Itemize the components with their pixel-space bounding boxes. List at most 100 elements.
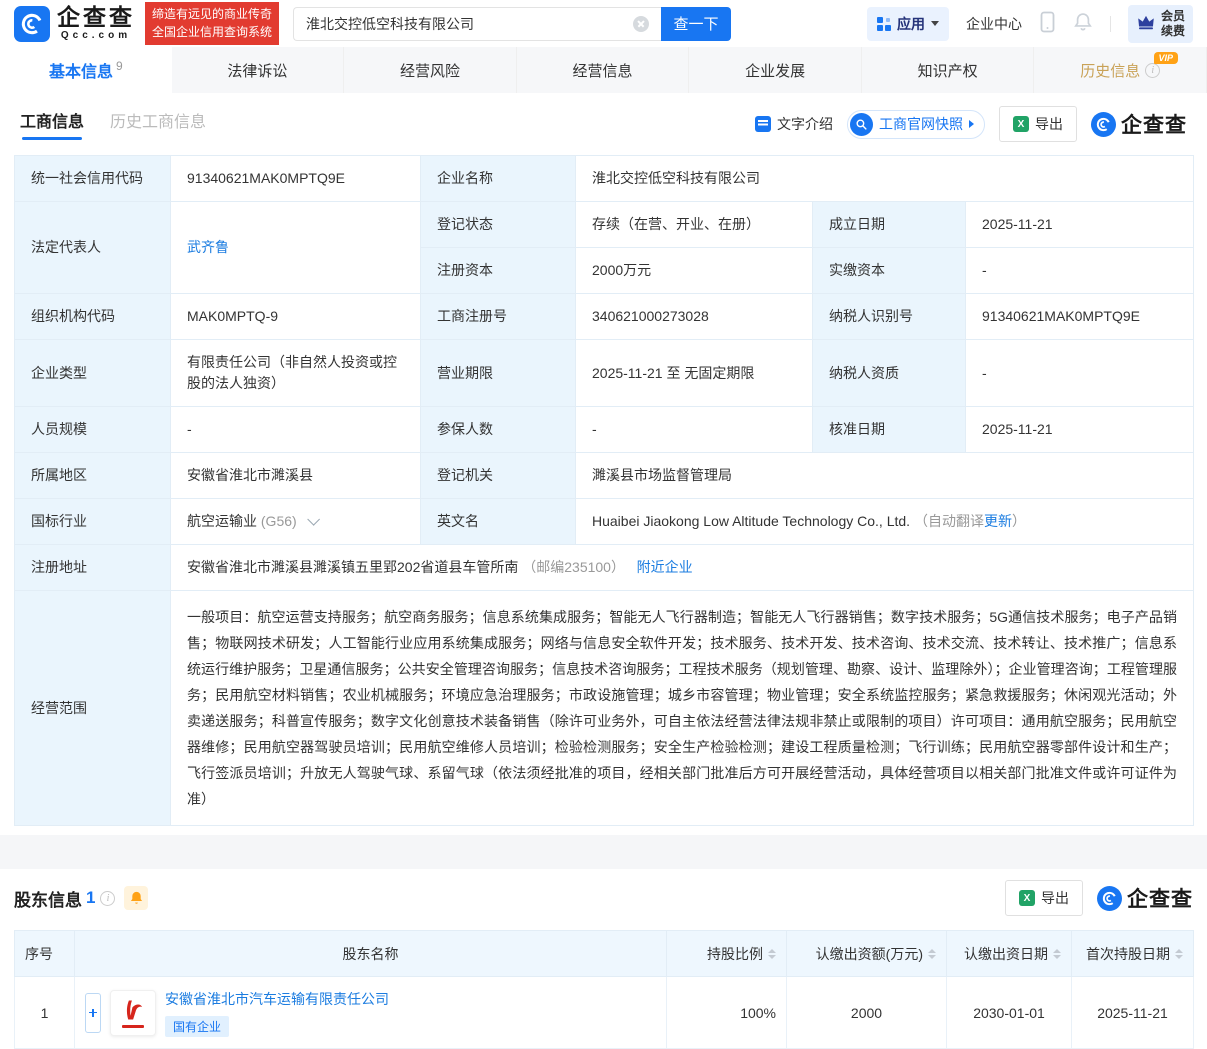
expand-plus-button[interactable]	[85, 993, 101, 1033]
section-divider	[0, 835, 1207, 869]
field-label: 营业期限	[421, 340, 576, 407]
tab-legal-litigation[interactable]: 法律诉讼	[172, 47, 345, 93]
col-name: 股东名称	[75, 931, 667, 977]
clear-icon[interactable]	[633, 16, 649, 32]
search-button[interactable]: 查一下	[661, 7, 731, 41]
subtab-history-registration[interactable]: 历史工商信息	[110, 108, 206, 140]
qcc-watermark: 企查查	[1097, 883, 1193, 913]
field-value: -	[966, 340, 1194, 407]
sort-icon	[1175, 949, 1183, 959]
vip-renew-button[interactable]: 会员 续费	[1128, 5, 1193, 43]
sort-icon	[928, 949, 936, 959]
field-value: MAK0MPTQ-9	[171, 294, 421, 340]
shareholder-name-link[interactable]: 安徽省淮北市汽车运输有限责任公司	[165, 991, 389, 1007]
field-value: 安徽省淮北市濉溪县	[171, 453, 421, 499]
field-label: 企业名称	[421, 156, 576, 202]
brand-slogan: 缔造有远见的商业传奇 全国企业信用查询系统	[145, 2, 279, 45]
qcc-logo-icon	[1097, 886, 1122, 911]
field-label: 参保人数	[421, 407, 576, 453]
field-label: 实缴资本	[813, 248, 966, 294]
field-label: 人员规模	[15, 407, 171, 453]
field-value: 91340621MAK0MPTQ9E	[966, 294, 1194, 340]
table-row: 组织机构代码 MAK0MPTQ-9 工商注册号 340621000273028 …	[15, 294, 1194, 340]
field-value: 2025-11-21	[966, 202, 1194, 248]
field-label: 法定代表人	[15, 202, 171, 294]
chevron-down-icon	[931, 21, 939, 26]
shareholders-table: 序号 股东名称 持股比例 认缴出资额(万元) 认缴出资日期 首次持股日期 1 安…	[14, 930, 1194, 1049]
field-value: 武齐鲁	[171, 202, 421, 294]
subtab-business-registration[interactable]: 工商信息	[20, 108, 84, 140]
table-row: 统一社会信用代码 91340621MAK0MPTQ9E 企业名称 淮北交控低空科…	[15, 156, 1194, 202]
field-value: 有限责任公司（非自然人投资或控股的法人独资）	[171, 340, 421, 407]
col-first-date[interactable]: 首次持股日期	[1072, 931, 1194, 977]
chevron-down-icon[interactable]	[307, 513, 320, 526]
field-label: 组织机构代码	[15, 294, 171, 340]
shareholders-header: 股东信息 1 导出 企查查	[0, 869, 1207, 926]
shareholders-title: 股东信息	[14, 886, 82, 911]
field-label: 纳税人识别号	[813, 294, 966, 340]
enterprise-center-link[interactable]: 企业中心	[966, 14, 1022, 34]
amount-value: 2000	[787, 977, 947, 1049]
col-index: 序号	[15, 931, 75, 977]
sort-icon	[768, 949, 776, 959]
chevron-right-icon	[969, 120, 974, 128]
tab-intellectual-property[interactable]: 知识产权	[862, 47, 1035, 93]
field-label: 核准日期	[813, 407, 966, 453]
divider	[1110, 16, 1111, 32]
field-label: 注册地址	[15, 545, 171, 591]
vip-renew-label: 会员	[1161, 9, 1185, 24]
apps-label: 应用	[897, 14, 925, 34]
subscribe-bell-icon[interactable]	[124, 886, 148, 910]
search-icon	[850, 113, 873, 136]
apps-menu[interactable]: 应用	[867, 7, 949, 41]
field-value: 淮北交控低空科技有限公司	[576, 156, 1194, 202]
field-value: 濉溪县市场监督管理局	[576, 453, 1194, 499]
field-value: -	[171, 407, 421, 453]
table-row: 人员规模 - 参保人数 - 核准日期 2025-11-21	[15, 407, 1194, 453]
bell-icon[interactable]	[1073, 11, 1093, 36]
field-value: 340621000273028	[576, 294, 813, 340]
brand-name: 企查查	[57, 6, 135, 29]
search-input[interactable]	[293, 7, 661, 41]
tab-operation-risk[interactable]: 经营风险	[344, 47, 517, 93]
info-icon[interactable]	[1145, 63, 1160, 78]
excel-icon	[1019, 890, 1035, 906]
export-button[interactable]: 导出	[999, 106, 1077, 142]
nearby-companies-link[interactable]: 附近企业	[637, 559, 693, 575]
gov-snapshot-button[interactable]: 工商官网快照	[847, 110, 985, 139]
col-capital-date[interactable]: 认缴出资日期	[947, 931, 1072, 977]
first-date-value: 2025-11-21	[1072, 977, 1194, 1049]
field-label: 纳税人资质	[813, 340, 966, 407]
tab-history-info[interactable]: VIP 历史信息	[1034, 47, 1207, 93]
field-value: 91340621MAK0MPTQ9E	[171, 156, 421, 202]
field-value: 存续（在营、开业、在册）	[576, 202, 813, 248]
tab-company-development[interactable]: 企业发展	[689, 47, 862, 93]
info-icon[interactable]	[100, 891, 115, 906]
export-button[interactable]: 导出	[1005, 880, 1083, 916]
field-value: 2025-11-21	[966, 407, 1194, 453]
top-header: 企查查 Qcc.com 缔造有远见的商业传奇 全国企业信用查询系统 查一下 应用…	[0, 0, 1207, 47]
document-icon	[755, 116, 771, 132]
field-label: 英文名	[421, 499, 576, 545]
qcc-logo[interactable]: 企查查 Qcc.com	[14, 6, 135, 42]
col-amount[interactable]: 认缴出资额(万元)	[787, 931, 947, 977]
tab-operation-info[interactable]: 经营信息	[517, 47, 690, 93]
table-row: 国标行业 航空运输业 (G56) 英文名 Huaibei Jiaokong Lo…	[15, 499, 1194, 545]
search-bar: 查一下	[293, 7, 731, 41]
apps-grid-icon	[877, 17, 891, 31]
qcc-logo-icon	[14, 6, 50, 42]
field-value: -	[576, 407, 813, 453]
excel-icon	[1013, 116, 1029, 132]
field-value: 2000万元	[576, 248, 813, 294]
field-label: 登记机关	[421, 453, 576, 499]
col-ratio[interactable]: 持股比例	[667, 931, 787, 977]
phone-icon[interactable]	[1039, 10, 1056, 37]
text-intro-button[interactable]: 文字介绍	[755, 114, 833, 134]
field-value: Huaibei Jiaokong Low Altitude Technology…	[576, 499, 1194, 545]
translate-update-link[interactable]: 更新	[984, 513, 1012, 529]
business-scope-text: 一般项目：航空运营支持服务；航空商务服务；信息系统集成服务；智能无人飞行器制造；…	[171, 591, 1194, 826]
table-row: 注册地址 安徽省淮北市濉溪县濉溪镇五里郢202省道县车管所南 （邮编235100…	[15, 545, 1194, 591]
tab-basic-info[interactable]: 基本信息9	[0, 47, 172, 93]
ratio-value: 100%	[667, 977, 787, 1049]
legal-rep-link[interactable]: 武齐鲁	[187, 239, 229, 255]
